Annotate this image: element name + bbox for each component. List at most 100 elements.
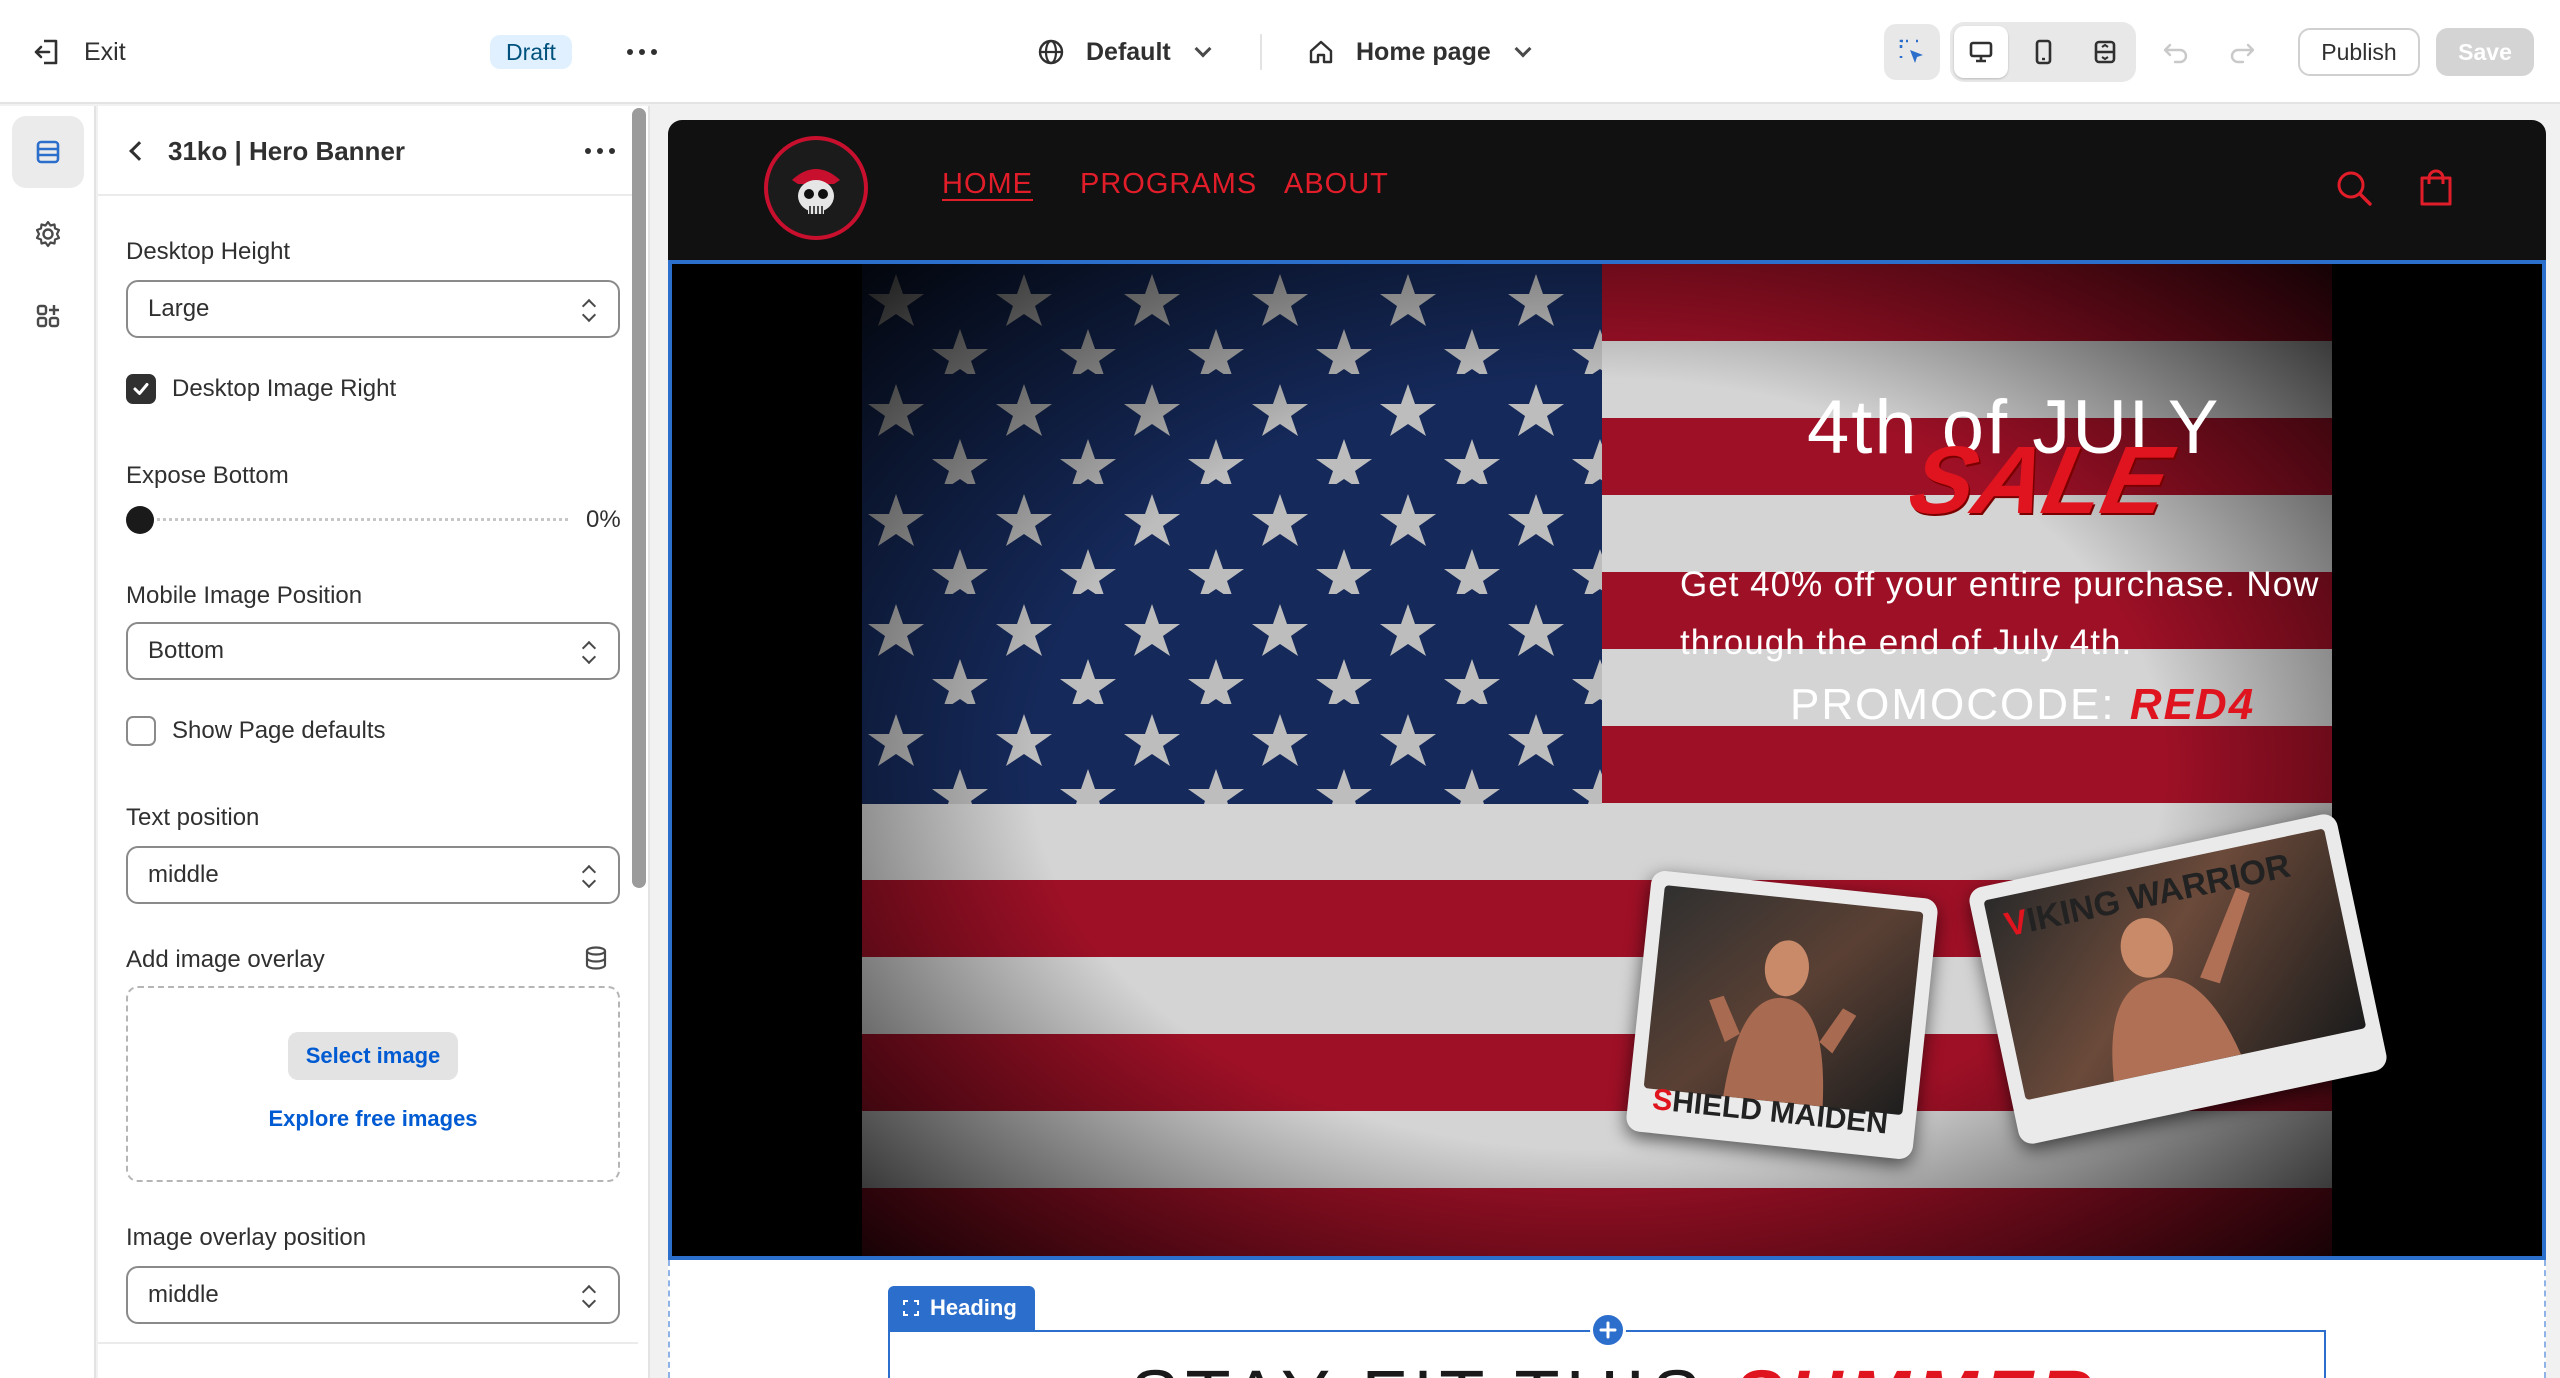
- panel-scrollbar[interactable]: [632, 108, 646, 888]
- inspector-toggle[interactable]: [1884, 24, 1940, 80]
- theme-settings-tab[interactable]: [12, 198, 84, 270]
- mobile-image-position-value: Bottom: [148, 637, 225, 664]
- home-icon: [1309, 40, 1333, 64]
- status-badge: Draft: [490, 35, 572, 69]
- editor-rail: [0, 106, 96, 1378]
- storefront-preview: HOME PROGRAMS ABOUT 4th of JULY SALE Get…: [668, 120, 2546, 1378]
- nav-link-home[interactable]: HOME: [942, 168, 1033, 201]
- hero-promo: PROMOCODE: RED4: [1790, 680, 2255, 730]
- mobile-view-button[interactable]: [2016, 26, 2070, 78]
- mobile-image-position-label: Mobile Image Position: [126, 582, 363, 609]
- panel-divider: [98, 1342, 638, 1344]
- divider: [1260, 34, 1262, 70]
- explore-free-images-link[interactable]: Explore free images: [128, 1106, 618, 1132]
- promo-code: RED4: [2129, 680, 2256, 729]
- cart-icon[interactable]: [2416, 166, 2456, 210]
- expose-bottom-value: 0%: [586, 506, 621, 533]
- panel-header: 31ko | Hero Banner: [98, 106, 638, 196]
- desktop-view-button[interactable]: [1954, 26, 2008, 78]
- apps-tab[interactable]: [12, 280, 84, 352]
- checkbox-checked-icon: [126, 374, 156, 404]
- more-actions-button[interactable]: [622, 32, 662, 72]
- panel-title: 31ko | Hero Banner: [168, 136, 406, 166]
- sections-tab[interactable]: [12, 116, 84, 188]
- checkbox-unchecked-icon: [126, 716, 156, 746]
- full-width-icon: [2094, 40, 2116, 64]
- exit-button[interactable]: Exit: [32, 30, 126, 74]
- select-arrows-icon: [582, 1284, 596, 1310]
- inspector-icon: [1899, 39, 1923, 63]
- mobile-icon: [2035, 39, 2052, 65]
- text-position-label: Text position: [126, 804, 260, 831]
- promo-prefix: PROMOCODE:: [1790, 680, 2116, 729]
- save-button[interactable]: Save: [2436, 28, 2534, 76]
- select-arrows-icon: [582, 864, 596, 890]
- back-icon[interactable]: [129, 141, 149, 161]
- hero-body: Get 40% off your entire purchase. Now th…: [1680, 565, 2320, 662]
- hero-banner[interactable]: 4th of JULY SALE Get 40% off your entire…: [668, 260, 2546, 1260]
- select-image-button[interactable]: Select image: [288, 1032, 458, 1080]
- heading-block-badge[interactable]: Heading: [888, 1286, 1035, 1330]
- expose-bottom-slider-track[interactable]: [138, 518, 568, 521]
- hero-sale-text: SALE: [1900, 427, 2180, 534]
- section-more-button[interactable]: [580, 136, 620, 166]
- text-position-value: middle: [148, 861, 219, 888]
- viewport-switcher: [1950, 22, 2136, 82]
- chevron-down-icon: [1194, 40, 1212, 58]
- desktop-image-right-checkbox[interactable]: Desktop Image Right: [126, 374, 396, 404]
- theme-selector[interactable]: Default: [1036, 30, 1212, 74]
- skull-logo-icon: [792, 169, 840, 214]
- show-page-defaults-label: Show Page defaults: [172, 717, 386, 744]
- database-icon[interactable]: [582, 944, 610, 972]
- heading-badge-label: Heading: [930, 1295, 1017, 1320]
- expose-bottom-slider-handle[interactable]: [126, 506, 154, 534]
- desktop-icon: [1969, 41, 1993, 63]
- search-icon[interactable]: [2334, 166, 2374, 210]
- nav-link-about[interactable]: ABOUT: [1284, 168, 1389, 201]
- desktop-image-right-label: Desktop Image Right: [172, 375, 397, 402]
- block-select-icon: [903, 1300, 919, 1316]
- more-icon: [585, 148, 615, 154]
- image-overlay-picker: Select image Explore free images: [126, 986, 620, 1182]
- overlay-position-select[interactable]: middle: [126, 1266, 620, 1324]
- more-icon: [627, 49, 657, 55]
- redo-button[interactable]: [2222, 36, 2262, 68]
- brand-logo[interactable]: [764, 136, 868, 240]
- apps-icon: [36, 304, 60, 328]
- exit-icon: [34, 39, 58, 65]
- undo-icon: [2163, 43, 2188, 64]
- show-page-defaults-checkbox[interactable]: Show Page defaults: [126, 716, 385, 746]
- publish-button[interactable]: Publish: [2298, 28, 2420, 76]
- section-settings-panel: 31ko | Hero Banner Desktop Height Large …: [98, 106, 650, 1378]
- overlay-position-label: Image overlay position: [126, 1224, 367, 1251]
- desktop-height-select[interactable]: Large: [126, 280, 620, 338]
- photo-image: [1643, 885, 1924, 1116]
- gear-icon: [35, 220, 61, 248]
- undo-button[interactable]: [2156, 36, 2196, 68]
- mobile-image-position-select[interactable]: Bottom: [126, 622, 620, 680]
- page-selector-label: Home page: [1356, 37, 1491, 66]
- program-photo-shield-maiden: SHIELD MAIDEN: [1625, 869, 1939, 1161]
- nav-link-programs[interactable]: PROGRAMS: [1080, 168, 1257, 201]
- overlay-position-value: middle: [148, 1281, 219, 1308]
- select-arrows-icon: [582, 640, 596, 666]
- site-header: HOME PROGRAMS ABOUT: [668, 120, 2546, 260]
- sections-icon: [36, 140, 60, 164]
- page-selector[interactable]: Home page: [1306, 30, 1532, 74]
- full-width-view-button[interactable]: [2078, 26, 2132, 78]
- athlete-figure: [1709, 940, 1857, 1107]
- globe-icon: [1038, 39, 1064, 65]
- desktop-height-label: Desktop Height: [126, 238, 291, 265]
- desktop-height-value: Large: [148, 295, 210, 322]
- plus-icon: [1599, 1321, 1617, 1339]
- expose-bottom-label: Expose Bottom: [126, 462, 289, 489]
- theme-selector-label: Default: [1086, 37, 1171, 66]
- select-arrows-icon: [582, 298, 596, 324]
- add-block-button[interactable]: [1590, 1312, 1626, 1348]
- exit-label: Exit: [84, 37, 126, 66]
- top-bar: Exit Draft Default Home page Publish Sav…: [0, 0, 2560, 104]
- text-position-select[interactable]: middle: [126, 846, 620, 904]
- redo-icon: [2230, 43, 2255, 64]
- image-overlay-label: Add image overlay: [126, 946, 325, 973]
- heading-text: STAY FIT THIS SUMMER: [1130, 1354, 2098, 1378]
